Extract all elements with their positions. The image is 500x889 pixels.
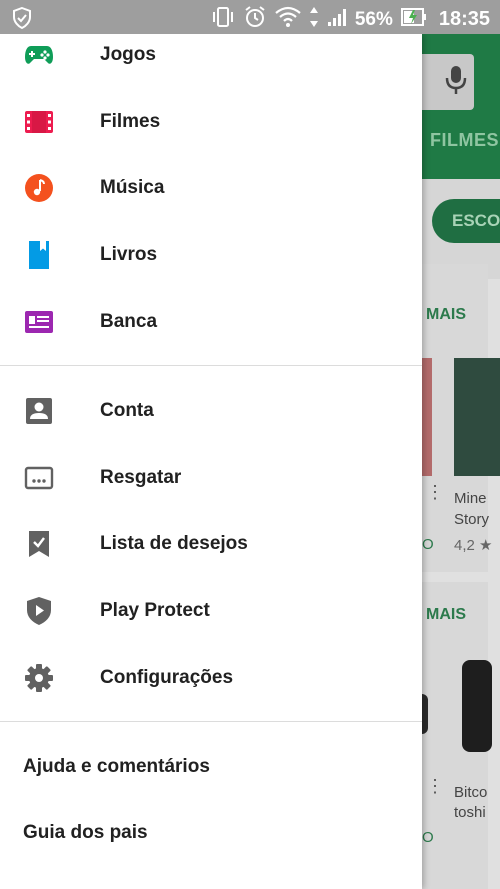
background-play-store: FILMES ESCO MAIS ⋮ Mine Story 4,2 ★ O MA…	[422, 34, 500, 889]
drawer-item-label: Conta	[100, 400, 154, 421]
drawer-item-label: Música	[100, 177, 165, 198]
signal-icon	[327, 7, 347, 32]
background-card-rating: 4,2 ★	[454, 537, 493, 554]
wishlist-icon	[24, 529, 54, 559]
drawer-divider	[0, 365, 422, 366]
music-icon	[24, 173, 54, 203]
wifi-icon	[275, 6, 301, 33]
account-icon	[24, 396, 54, 426]
drawer-item-label: Lista de desejos	[100, 533, 248, 554]
background-card-price-1: O	[422, 536, 434, 553]
gear-icon	[24, 663, 54, 693]
drawer-divider	[0, 721, 422, 722]
status-bar: 56% 18:35	[0, 0, 500, 34]
background-more-label-2: MAIS	[426, 606, 466, 623]
drawer-item-label: Ajuda e comentários	[23, 756, 210, 777]
background-overflow-icon-2: ⋮	[426, 777, 444, 800]
navigation-drawer: Jogos Filmes Música Livros Banca Conta R…	[0, 34, 422, 889]
drawer-item-musica[interactable]: Música	[0, 155, 422, 221]
drawer-item-label: Play Protect	[100, 600, 210, 621]
drawer-item-livros[interactable]: Livros	[0, 222, 422, 288]
drawer-item-lista-de-desejos[interactable]: Lista de desejos	[0, 511, 422, 577]
alarm-icon	[243, 5, 267, 34]
drawer-item-label: Jogos	[100, 44, 156, 65]
vibrate-icon	[211, 6, 235, 33]
background-overflow-icon: ⋮	[426, 483, 444, 506]
background-card-title-2b: toshi	[454, 804, 486, 821]
battery-charging-icon	[400, 7, 427, 32]
redeem-icon	[24, 463, 54, 493]
drawer-item-guia-dos-pais[interactable]: Guia dos pais	[0, 800, 422, 866]
background-card-price-2: O	[422, 829, 434, 846]
drawer-item-play-protect[interactable]: Play Protect	[0, 578, 422, 644]
background-thumb-2	[454, 358, 500, 476]
data-arrows-icon	[309, 6, 319, 33]
background-card-title-1b: Story	[454, 511, 490, 528]
battery-percent: 56%	[354, 8, 393, 30]
clock: 18:35	[438, 8, 490, 30]
book-icon	[24, 240, 54, 270]
background-card-title-2a: Bitco	[454, 784, 488, 801]
play-protect-status-icon	[12, 6, 32, 34]
drawer-item-label: Filmes	[100, 111, 161, 132]
background-chip-label: ESCO	[452, 211, 500, 230]
film-icon	[24, 107, 54, 137]
drawer-item-label: Livros	[100, 244, 158, 265]
drawer-item-label: Configurações	[100, 667, 234, 688]
drawer-item-ajuda[interactable]: Ajuda e comentários	[0, 734, 422, 800]
background-thumb-4	[462, 660, 492, 752]
background-more-label-1: MAIS	[426, 306, 466, 323]
drawer-item-resgatar[interactable]: Resgatar	[0, 445, 422, 511]
newsstand-icon	[24, 307, 54, 337]
drawer-item-label: Banca	[100, 311, 158, 332]
background-card-title-1a: Mine	[454, 490, 487, 507]
gamepad-icon	[24, 40, 54, 70]
drawer-item-configuracoes[interactable]: Configurações	[0, 645, 422, 711]
shield-icon	[24, 596, 54, 626]
drawer-item-label: Guia dos pais	[23, 822, 148, 843]
drawer-item-label: Resgatar	[100, 467, 182, 488]
background-tab-filmes: FILMES	[430, 130, 499, 150]
background-thumb-3	[422, 694, 428, 734]
background-chip: ESCO	[432, 199, 500, 243]
drawer-item-conta[interactable]: Conta	[0, 378, 422, 444]
mic-icon	[444, 64, 468, 101]
drawer-item-banca[interactable]: Banca	[0, 289, 422, 355]
drawer-item-filmes[interactable]: Filmes	[0, 89, 422, 155]
background-thumb-1	[422, 358, 432, 476]
